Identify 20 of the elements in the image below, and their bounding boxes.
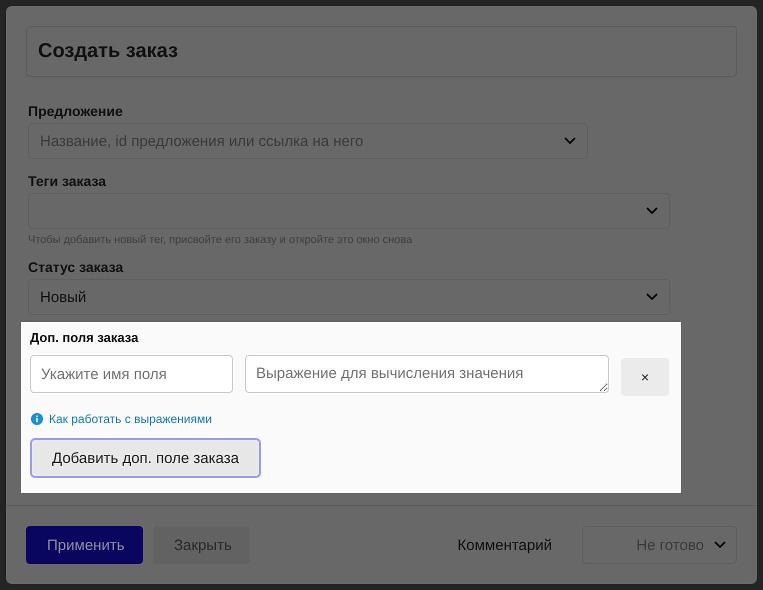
section-label: Доп. поля заказа [30,330,140,345]
chevron-down-icon [714,541,726,549]
expression-field[interactable]: Выражение для вычисления значения [245,355,609,393]
chevron-down-icon [564,137,576,145]
info-icon [31,413,43,425]
apply-button[interactable]: Применить [26,526,143,564]
help-link[interactable]: Как работать с выражениями [49,412,212,426]
select-field[interactable]: Новый [28,279,670,315]
add-field-button[interactable]: Добавить доп. поле заказа [30,438,261,478]
chevron-down-icon [646,207,658,215]
close-button[interactable]: Закрыть [153,526,250,564]
field-label: Предложение [28,103,124,119]
remove-button[interactable]: × [621,358,669,396]
chevron-down-icon [646,293,658,301]
comment-label: Комментарий [458,536,552,554]
name-field[interactable]: Укажите имя поля [30,355,233,393]
dialog-title: Создать заказ [38,40,178,63]
select-field[interactable] [28,193,670,229]
field-label: Теги заказа [28,173,108,189]
field-label: Статус заказа [28,259,124,275]
